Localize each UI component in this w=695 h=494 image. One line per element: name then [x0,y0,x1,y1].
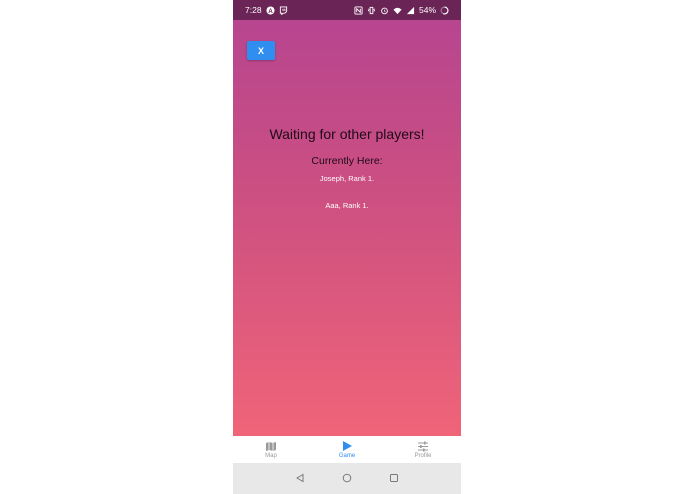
back-icon[interactable] [295,473,305,483]
bottom-nav: Map Game Profile [233,436,461,463]
signal-icon [406,6,415,14]
status-time: 7:28 [245,5,262,15]
page-title: Waiting for other players! [269,126,425,142]
status-bar: 7:28 A 54% [233,0,461,20]
vibrate-icon [367,6,376,14]
sliders-icon [418,441,428,451]
play-icon [343,441,352,451]
alarm-icon [381,7,388,14]
recents-icon[interactable] [389,473,399,483]
nav-label-profile: Profile [414,452,432,459]
player-list-item: Joseph, Rank 1. [319,174,375,183]
home-icon[interactable] [342,473,352,483]
nav-label-map: Map [265,452,277,459]
battery-icon [440,6,449,14]
players-heading: Currently Here: [311,155,383,167]
nav-label-game: Game [338,453,356,459]
twitch-icon [279,5,287,15]
wifi-icon [393,7,402,14]
player-list-item: Aaa, Rank 1. [325,201,369,210]
svg-text:A: A [268,7,273,14]
system-nav-bar [233,463,461,494]
nfc-icon [354,5,363,15]
nav-item-map[interactable]: Map [233,436,309,463]
nav-item-game[interactable]: Game [309,436,385,463]
nav-item-profile[interactable]: Profile [385,436,461,463]
battery-percent: 54% [418,5,436,15]
close-button[interactable]: X [247,41,275,60]
app-a-icon: A [265,5,275,14]
waiting-screen: X Waiting for other players! Currently H… [233,20,461,436]
map-icon [266,441,276,451]
phone-screen: 7:28 A 54% X Waiting for other players! … [233,0,461,494]
